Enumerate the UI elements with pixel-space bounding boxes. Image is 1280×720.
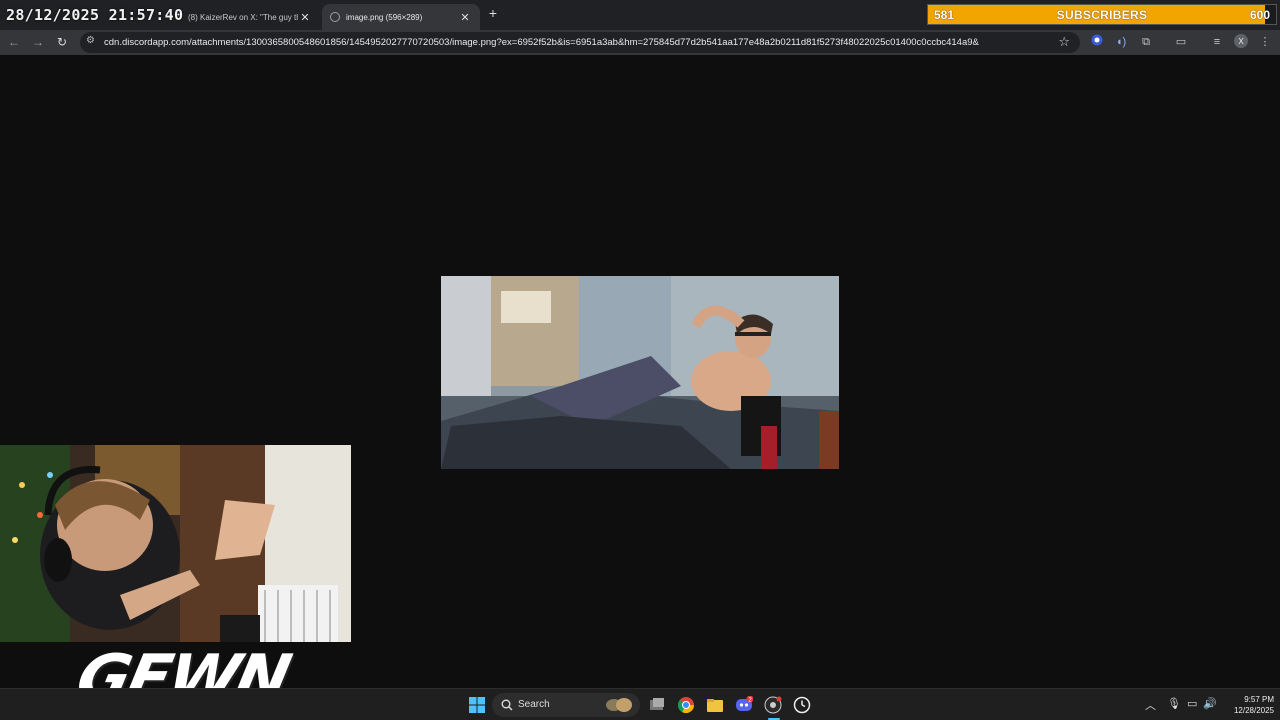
browser-menu-icon[interactable]: ⋮ <box>1257 34 1273 50</box>
site-info-icon[interactable]: ⚙ <box>86 35 95 46</box>
webcam-feed <box>0 445 351 642</box>
browser-toolbar: ← → ↻ ⚙ cdn.discordapp.com/attachments/1… <box>0 30 1280 55</box>
file-explorer-icon[interactable] <box>706 696 724 714</box>
new-tab-button[interactable]: + <box>486 5 500 23</box>
windows-start-icon[interactable] <box>468 696 486 714</box>
discord-icon[interactable]: 2 <box>735 695 754 714</box>
subscriber-goal-count: 600 <box>1249 8 1270 22</box>
reload-icon[interactable]: ↻ <box>54 34 70 50</box>
tab-title: image.png (596×289) <box>346 12 423 22</box>
system-clock[interactable]: 9:57 PM 12/28/2025 <box>1224 694 1274 716</box>
tab-kaizerrev[interactable]: (8) KaizerRev on X: "The guy th ✕ <box>180 4 320 30</box>
obs-studio-icon[interactable] <box>764 696 782 714</box>
bookmark-star-icon[interactable]: ☆ <box>1058 34 1070 50</box>
subscriber-goal-bar: 581 SUBSCRIBERS 600 <box>927 4 1277 25</box>
svg-text:X: X <box>1238 37 1244 46</box>
clock-time: 9:57 PM <box>1244 695 1274 704</box>
forward-arrow-icon[interactable]: → <box>30 34 46 50</box>
close-tab-icon[interactable]: ✕ <box>458 11 472 24</box>
address-url: cdn.discordapp.com/attachments/130036580… <box>104 37 979 48</box>
globe-icon <box>330 12 340 22</box>
close-tab-icon[interactable]: ✕ <box>298 11 312 24</box>
microphone-icon[interactable]: 🎙 <box>1167 697 1181 710</box>
search-highlight-icon <box>604 696 634 719</box>
chrome-icon[interactable] <box>677 696 695 714</box>
stream-datetime-overlay: 28/12/2025 21:57:40 <box>6 6 184 24</box>
address-bar[interactable]: ⚙ cdn.discordapp.com/attachments/1300365… <box>80 32 1080 53</box>
extension-blue-icon[interactable] <box>1089 34 1105 50</box>
media-controls-icon[interactable]: ≡ <box>1209 34 1225 50</box>
show-hidden-icons-chevron-icon[interactable]: ︿ <box>1145 697 1156 713</box>
browser-tab-strip: (8) KaizerRev on X: "The guy th ✕ image.… <box>0 0 1280 30</box>
back-arrow-icon[interactable]: ← <box>6 34 22 50</box>
network-icon[interactable]: ▭ <box>1187 697 1197 710</box>
profile-avatar-icon[interactable]: X <box>1233 34 1249 50</box>
tab-search-icon[interactable]: ▭ <box>1173 34 1189 50</box>
extensions-puzzle-icon[interactable]: ⧉ <box>1138 34 1154 50</box>
clock-app-icon[interactable] <box>793 696 811 714</box>
tab-image-png[interactable]: image.png (596×289) ✕ <box>322 4 480 30</box>
tab-title: (8) KaizerRev on X: "The guy th <box>188 12 298 22</box>
read-aloud-icon[interactable]: ◖) <box>1113 34 1129 50</box>
taskbar-search-box[interactable]: Search <box>492 693 640 717</box>
search-icon <box>501 698 513 716</box>
subscriber-label: SUBSCRIBERS <box>1056 8 1148 22</box>
task-view-icon[interactable] <box>648 696 666 714</box>
clock-date: 12/28/2025 <box>1233 706 1274 715</box>
search-label: Search <box>518 699 550 710</box>
volume-icon[interactable]: 🔊 <box>1203 697 1217 710</box>
viewed-image[interactable] <box>441 276 839 469</box>
windows-taskbar: Search 2 ︿ 🎙 ▭ 🔊 9:57 PM 12/28/2025 <box>0 688 1280 720</box>
